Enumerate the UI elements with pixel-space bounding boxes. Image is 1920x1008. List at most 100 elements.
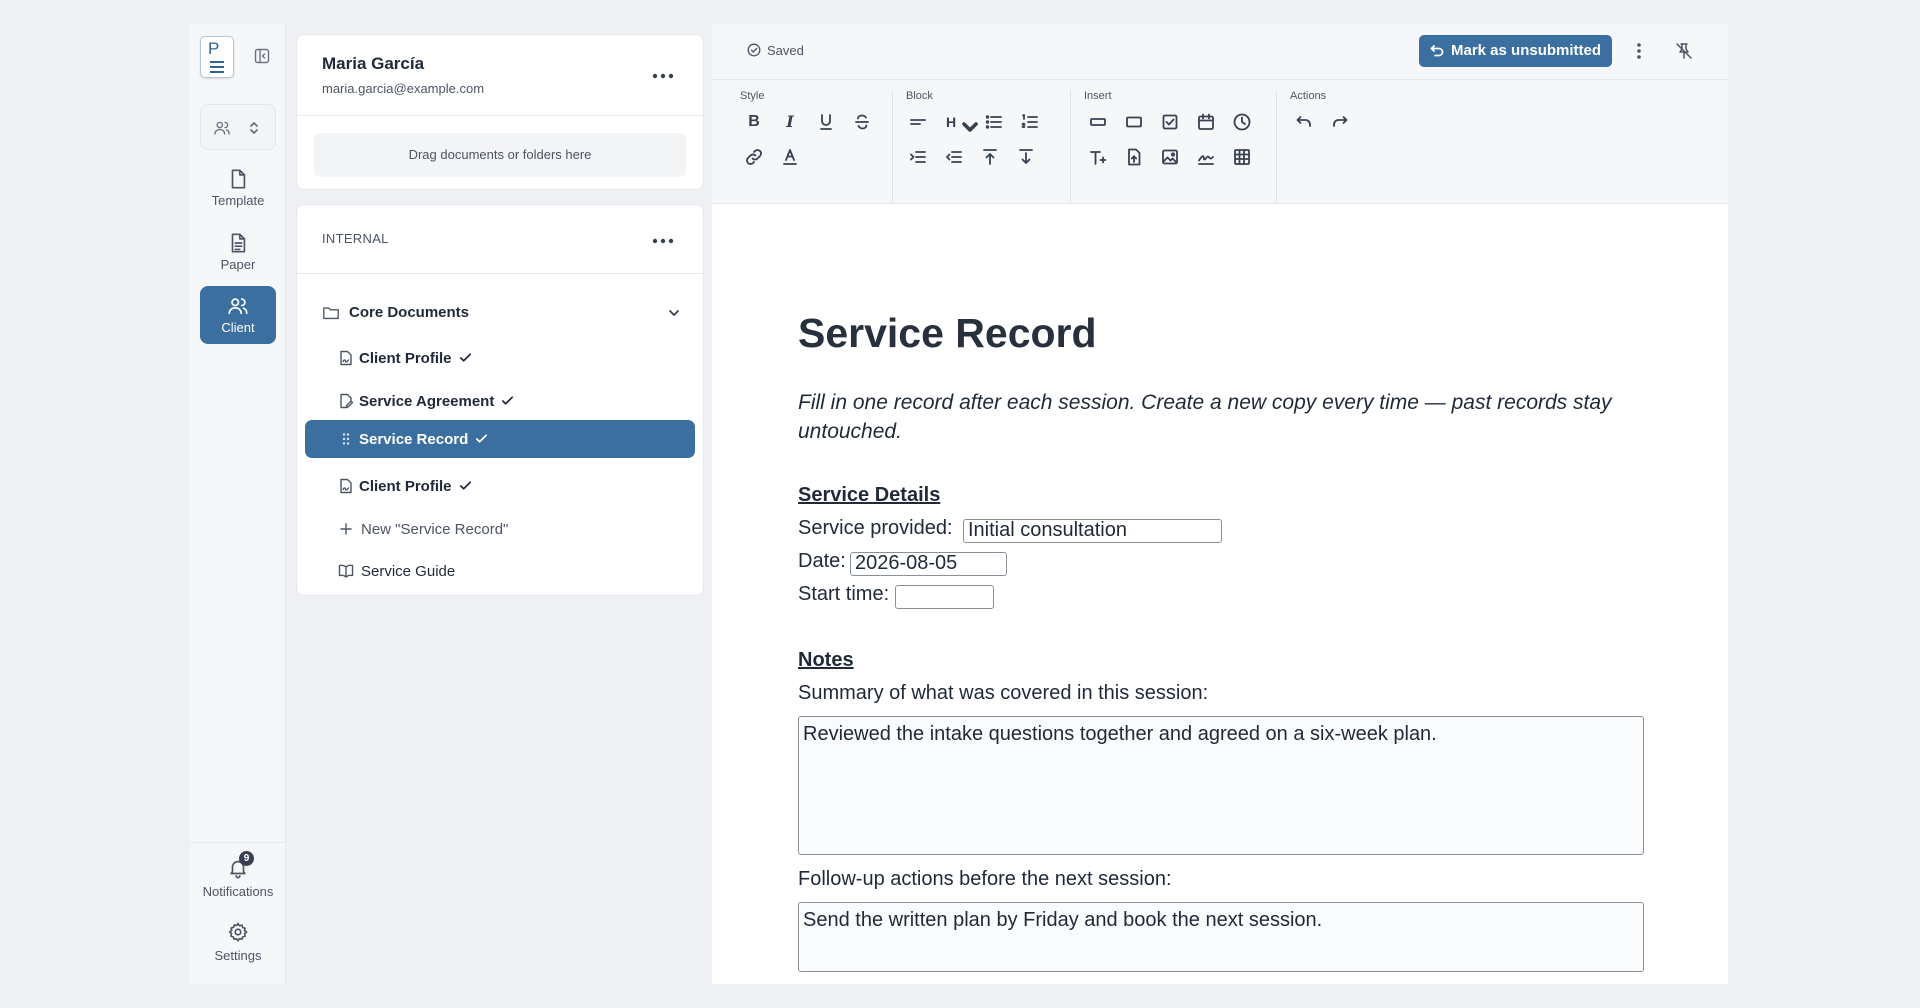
- service-provided-input[interactable]: Initial consultation: [963, 519, 1222, 543]
- rail-bottom: 9 Notifications Settings: [190, 842, 286, 984]
- nav-notifications-label: Notifications: [202, 884, 274, 899]
- file-icon: [227, 168, 249, 190]
- redo-button[interactable]: [1328, 110, 1352, 134]
- indent-button[interactable]: [906, 145, 930, 169]
- save-status-label: Saved: [767, 43, 804, 58]
- chevron-down-icon[interactable]: [666, 305, 682, 321]
- group-label-insert: Insert: [1084, 90, 1112, 102]
- new-service-record-button[interactable]: New "Service Record": [305, 510, 695, 548]
- underline-icon: [814, 112, 838, 132]
- date-input[interactable]: 2026-08-05: [850, 552, 1007, 576]
- document-item-service-agreement[interactable]: Service Agreement: [305, 382, 695, 420]
- nav-client-label: Client: [221, 320, 255, 335]
- insert-file-button[interactable]: [1122, 145, 1146, 169]
- workspace-switcher[interactable]: [200, 104, 276, 150]
- checkbox-icon: [1158, 112, 1182, 132]
- left-rail: P Template Paper Client 9 Notifications …: [190, 24, 286, 984]
- collapse-sidebar-icon[interactable]: [254, 48, 270, 64]
- move-down-button[interactable]: [1014, 145, 1038, 169]
- strikethrough-button[interactable]: [850, 110, 874, 134]
- input-field-icon: [1086, 112, 1110, 132]
- unpin-icon[interactable]: [1675, 42, 1693, 60]
- nav-client[interactable]: Client: [200, 286, 276, 344]
- check-circle-icon: [747, 43, 761, 57]
- chevron-down-icon: [960, 117, 980, 137]
- nav-paper-label: Paper: [220, 257, 256, 272]
- numbered-list-button[interactable]: [1018, 110, 1042, 134]
- insert-date-button[interactable]: [1194, 110, 1218, 134]
- nav-paper[interactable]: Paper: [200, 223, 276, 281]
- bullet-list-button[interactable]: [982, 110, 1006, 134]
- mark-as-unsubmitted-button[interactable]: Mark as unsubmitted: [1419, 35, 1612, 67]
- more-options-icon[interactable]: [652, 238, 674, 244]
- italic-button[interactable]: I: [778, 110, 802, 134]
- users-icon: [227, 295, 249, 317]
- image-icon: [1158, 147, 1182, 167]
- paragraph-button[interactable]: [906, 110, 930, 134]
- save-status: Saved: [747, 43, 804, 58]
- insert-checkbox-button[interactable]: [1158, 110, 1182, 134]
- bold-icon: B: [748, 113, 760, 130]
- nav-notifications[interactable]: 9 Notifications: [190, 851, 286, 899]
- nav-settings[interactable]: Settings: [190, 921, 286, 963]
- folder-core-documents[interactable]: Core Documents: [322, 301, 682, 325]
- move-up-icon: [978, 147, 1002, 167]
- link-button[interactable]: [742, 145, 766, 169]
- table-icon: [1230, 147, 1254, 167]
- internal-documents-card: INTERNAL Core Documents Client Profile S…: [296, 204, 704, 596]
- notes-heading: Notes: [798, 649, 854, 671]
- section-title: INTERNAL: [322, 231, 389, 246]
- underline-button[interactable]: [814, 110, 838, 134]
- group-label-block: Block: [906, 90, 933, 102]
- summary-textarea[interactable]: Reviewed the intake questions together a…: [798, 716, 1644, 855]
- document-item-service-record[interactable]: Service Record: [305, 420, 695, 458]
- strikethrough-icon: [850, 112, 874, 132]
- check-icon: [500, 393, 515, 408]
- nav-template[interactable]: Template: [200, 159, 276, 217]
- text-align-icon: [906, 112, 930, 132]
- insert-textarea-button[interactable]: [1122, 110, 1146, 134]
- followup-textarea[interactable]: Send the written plan by Friday and book…: [798, 902, 1644, 972]
- document-dropzone[interactable]: Drag documents or folders here: [314, 133, 686, 177]
- calendar-icon: [1194, 112, 1218, 132]
- more-options-icon[interactable]: [652, 73, 674, 79]
- check-icon: [458, 350, 473, 365]
- drag-handle-icon[interactable]: [338, 431, 354, 447]
- insert-input-field-button[interactable]: [1086, 110, 1110, 134]
- text-color-button[interactable]: [778, 145, 802, 169]
- heading-dropdown[interactable]: H: [942, 110, 978, 134]
- gear-icon: [227, 921, 249, 943]
- client-card: Maria García maria.garcia@example.com Dr…: [296, 34, 704, 190]
- heading-icon: H: [945, 114, 957, 130]
- insert-signature-button[interactable]: [1194, 145, 1218, 169]
- undo-arrow-icon: [1430, 44, 1444, 58]
- undo-button[interactable]: [1292, 110, 1316, 134]
- move-down-icon: [1014, 147, 1038, 167]
- folder-label: Core Documents: [349, 304, 470, 321]
- insert-table-button[interactable]: [1230, 145, 1254, 169]
- guide-label: Service Guide: [361, 563, 456, 580]
- text-color-icon: [778, 147, 802, 167]
- indent-icon: [906, 147, 930, 167]
- start-time-input[interactable]: [895, 585, 994, 609]
- service-guide-link[interactable]: Service Guide: [305, 552, 695, 590]
- nav-settings-label: Settings: [214, 948, 262, 963]
- file-signature-icon: [338, 478, 354, 494]
- document-label: Client Profile: [359, 350, 452, 367]
- app-logo[interactable]: P: [200, 36, 234, 78]
- document-item-client-profile[interactable]: Client Profile: [305, 339, 695, 377]
- bold-button[interactable]: B: [742, 110, 766, 134]
- insert-text-button[interactable]: [1086, 145, 1110, 169]
- more-vertical-icon[interactable]: [1636, 42, 1642, 60]
- service-provided-label: Service provided:: [798, 517, 953, 539]
- document-item-client-profile-2[interactable]: Client Profile: [305, 467, 695, 505]
- insert-image-button[interactable]: [1158, 145, 1182, 169]
- editor-toolbar: Saved Mark as unsubmitted Style Block In…: [712, 24, 1728, 204]
- client-name: Maria García: [322, 54, 425, 73]
- outdent-button[interactable]: [942, 145, 966, 169]
- service-details-heading: Service Details: [798, 484, 941, 506]
- document-label: Client Profile: [359, 478, 452, 495]
- move-up-button[interactable]: [978, 145, 1002, 169]
- insert-time-button[interactable]: [1230, 110, 1254, 134]
- document-label: Service Record: [359, 431, 469, 448]
